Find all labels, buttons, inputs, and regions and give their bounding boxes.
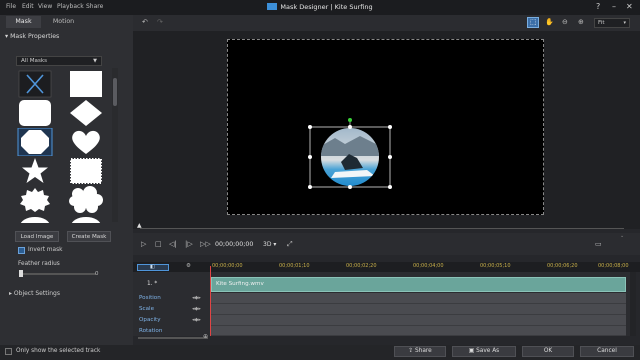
ruler-tick: 00;00;08;00 — [598, 263, 629, 269]
gallery-scrollbar[interactable] — [112, 68, 118, 222]
mask-cloud-small[interactable] — [17, 214, 53, 223]
monitor-icon[interactable]: ▭ — [595, 240, 602, 248]
3d-mode-dropdown[interactable]: 3D ▾ — [263, 241, 276, 248]
mask-rectangle[interactable] — [68, 70, 104, 98]
keyframe-nav-icon[interactable]: ◂◆▸ — [192, 295, 201, 301]
scrollbar-thumb[interactable] — [113, 78, 117, 106]
ruler-tick: 00;00;04;00 — [413, 263, 444, 269]
tab-mask[interactable]: Mask — [6, 16, 41, 28]
ruler-tick: 00;00;06;20 — [547, 263, 578, 269]
slider-thumb[interactable] — [19, 270, 23, 277]
ok-button[interactable]: OK — [522, 346, 574, 357]
settings-icon[interactable]: ⚙ — [186, 263, 191, 269]
feather-radius-slider[interactable] — [20, 273, 96, 275]
zoom-in-icon[interactable]: ⊕ — [578, 18, 584, 26]
scrubber-thumb[interactable]: ▲ — [137, 222, 142, 229]
next-frame-icon[interactable]: |▷ — [185, 240, 193, 248]
play-icon[interactable]: ▷ — [141, 240, 146, 248]
minimize-button[interactable]: – — [612, 2, 616, 11]
cancel-button[interactable]: Cancel — [580, 346, 634, 357]
stop-icon[interactable]: □ — [155, 240, 162, 248]
help-button[interactable]: ? — [596, 2, 600, 11]
rotation-property-label: Rotation — [139, 328, 163, 334]
tab-motion[interactable]: Motion — [46, 16, 81, 28]
mask-star[interactable] — [17, 157, 53, 185]
masked-video-preview[interactable] — [305, 116, 395, 192]
opacity-property-label: Opacity — [139, 317, 161, 323]
mask-none[interactable] — [17, 70, 53, 98]
invert-mask-label: Invert mask — [28, 247, 63, 253]
track-view-toggle[interactable]: ◧ — [137, 264, 169, 271]
video-clip[interactable]: Kite Surfing.wmv — [211, 277, 626, 292]
keyframe-row-position[interactable] — [211, 293, 626, 304]
redo-icon[interactable]: ↷ — [157, 18, 163, 26]
window-title-text: Mask Designer | Kite Surfing — [280, 3, 373, 11]
load-image-button[interactable]: Load Image — [15, 231, 59, 242]
dropdown-value: All Masks — [21, 58, 48, 64]
invert-mask-checkbox[interactable] — [18, 247, 25, 254]
mask-properties-label: Mask Properties — [10, 33, 60, 40]
window-title: Mask Designer | Kite Surfing — [0, 3, 640, 11]
zoom-out-icon[interactable]: ⊖ — [562, 18, 568, 26]
mask-burst[interactable] — [17, 186, 53, 214]
mask-wave[interactable] — [68, 214, 104, 223]
keyframe-row-rotation[interactable] — [211, 326, 626, 336]
keyframe-row-scale[interactable] — [211, 304, 626, 315]
mask-octagon[interactable] — [17, 127, 53, 157]
zoom-in-icon[interactable]: ⊕ — [203, 333, 208, 340]
timeline-vscrollbar[interactable] — [630, 272, 636, 336]
share-label: Share — [414, 348, 432, 354]
fast-forward-icon[interactable]: ▷▷ — [200, 240, 211, 248]
save-as-button[interactable]: ▣ Save As — [452, 346, 516, 357]
only-selected-label: Only show the selected track — [16, 348, 101, 354]
only-selected-checkbox[interactable] — [5, 348, 12, 355]
zoom-dropdown[interactable]: Fit ▾ — [594, 18, 630, 28]
pointer-icon: ⬚ — [530, 18, 537, 26]
object-settings-label: Object Settings — [13, 290, 60, 297]
share-button[interactable]: ⇪ Share — [394, 346, 446, 357]
rotate-handle — [348, 118, 352, 122]
position-property-label: Position — [139, 295, 161, 301]
preview-scrubber[interactable] — [140, 228, 624, 229]
keyframe-row-opacity[interactable] — [211, 315, 626, 326]
mask-rounded-rectangle[interactable] — [17, 99, 53, 127]
timecode-display: 00;00;00;00 — [215, 241, 254, 248]
collapse-icon[interactable]: ⌄ — [620, 233, 624, 239]
fullscreen-icon[interactable]: ⤢ — [287, 240, 293, 249]
mask-stamp[interactable] — [68, 157, 104, 185]
track-name: 1. * — [147, 281, 158, 287]
mask-heart[interactable] — [68, 128, 104, 156]
feather-radius-value: 0 — [95, 271, 99, 277]
select-tool-button[interactable]: ⬚ — [527, 17, 539, 28]
app-logo-icon — [267, 3, 278, 10]
object-settings-header[interactable]: ▸ Object Settings — [9, 290, 60, 297]
chevron-down-icon: ▼ — [93, 58, 97, 64]
hand-icon[interactable]: ✋ — [545, 18, 554, 26]
feather-radius-label: Feather radius — [18, 261, 60, 267]
ruler-tick: 00;00;00;00 — [212, 263, 243, 269]
timeline-playhead[interactable] — [210, 266, 211, 336]
save-as-label: Save As — [476, 348, 500, 354]
mask-diamond[interactable] — [68, 99, 104, 127]
timeline-zoom-slider[interactable] — [138, 337, 208, 339]
previous-frame-icon[interactable]: ◁| — [169, 240, 177, 248]
mask-properties-header[interactable]: ▾ Mask Properties — [5, 33, 59, 40]
share-icon: ⇪ — [408, 348, 415, 354]
scale-property-label: Scale — [139, 306, 155, 312]
close-button[interactable]: ✕ — [626, 2, 633, 11]
track-icon: ◧ — [150, 264, 155, 270]
mask-cloud[interactable] — [68, 186, 104, 214]
ruler-tick: 00;00;02;20 — [346, 263, 377, 269]
ruler-tick: 00;00;05;10 — [480, 263, 511, 269]
keyframe-nav-icon[interactable]: ◂◆▸ — [192, 306, 201, 312]
zoom-value: Fit — [598, 20, 605, 26]
create-mask-button[interactable]: Create Mask — [67, 231, 111, 242]
chevron-down-icon: ▾ — [623, 20, 626, 26]
3d-mode-label: 3D — [263, 241, 272, 248]
mask-category-dropdown[interactable]: All Masks ▼ — [16, 56, 102, 66]
keyframe-nav-icon[interactable]: ◂◆▸ — [192, 317, 201, 323]
ruler-tick: 00;00;01;10 — [279, 263, 310, 269]
mask-gallery — [15, 68, 113, 223]
undo-icon[interactable]: ↶ — [142, 18, 148, 26]
